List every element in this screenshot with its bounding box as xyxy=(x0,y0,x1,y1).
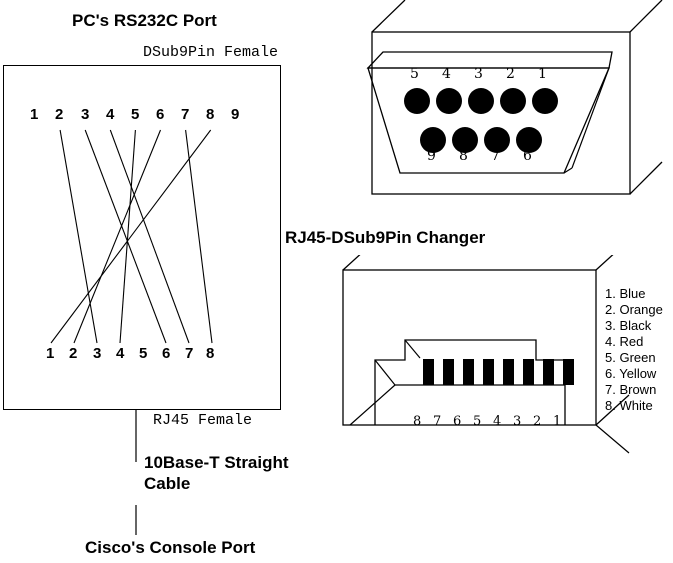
dsub9-pin-2: 2 xyxy=(506,66,515,82)
legend-item-8: 8. White xyxy=(605,398,653,413)
legend-item-1: 1. Blue xyxy=(605,286,646,301)
dsub9-pin-4: 4 xyxy=(442,66,451,82)
cable-label-line1: 10Base-T Straight xyxy=(144,453,289,472)
rj45-pin-2: 2 xyxy=(533,414,542,429)
dsub9-pin-3: 3 xyxy=(474,66,483,82)
rj45-pin-7: 7 xyxy=(433,414,442,429)
legend-item-3: 3. Black xyxy=(605,318,652,333)
dsub9-pin-5: 5 xyxy=(410,66,419,82)
legend-item-7: 7. Brown xyxy=(605,382,657,397)
rj45-pin-3: 3 xyxy=(513,414,522,429)
dsub9-pin-7: 7 xyxy=(491,148,500,164)
rj45-pin-6: 6 xyxy=(453,414,462,429)
wire-color-legend: 1. Blue 2. Orange 3. Black 4. Red 5. Gre… xyxy=(605,286,663,414)
cable-label-line2: Cable xyxy=(144,474,191,493)
diagram-canvas: PC's RS232C Port DSub9Pin Female 1 2 3 4… xyxy=(0,0,673,563)
rj45-pin-1: 1 xyxy=(553,414,562,429)
legend-item-4: 4. Red xyxy=(605,334,644,349)
legend-item-6: 6. Yellow xyxy=(605,366,657,381)
dsub9-pin-8: 8 xyxy=(459,148,468,164)
legend-item-2: 2. Orange xyxy=(605,302,663,317)
rj45-pin-5: 5 xyxy=(473,414,482,429)
dsub9-pin-9: 9 xyxy=(427,148,436,164)
dsub9-pin-6: 6 xyxy=(523,148,532,164)
rj45-pin-4: 4 xyxy=(493,414,502,429)
legend-item-5: 5. Green xyxy=(605,350,656,365)
dsub9-connector-drawing xyxy=(366,0,663,195)
rj45-pin-8: 8 xyxy=(413,414,422,429)
changer-heading: RJ45-DSub9Pin Changer xyxy=(285,228,486,247)
dsub9-pin-1: 1 xyxy=(538,66,547,82)
cisco-console-port-label: Cisco's Console Port xyxy=(85,538,256,557)
